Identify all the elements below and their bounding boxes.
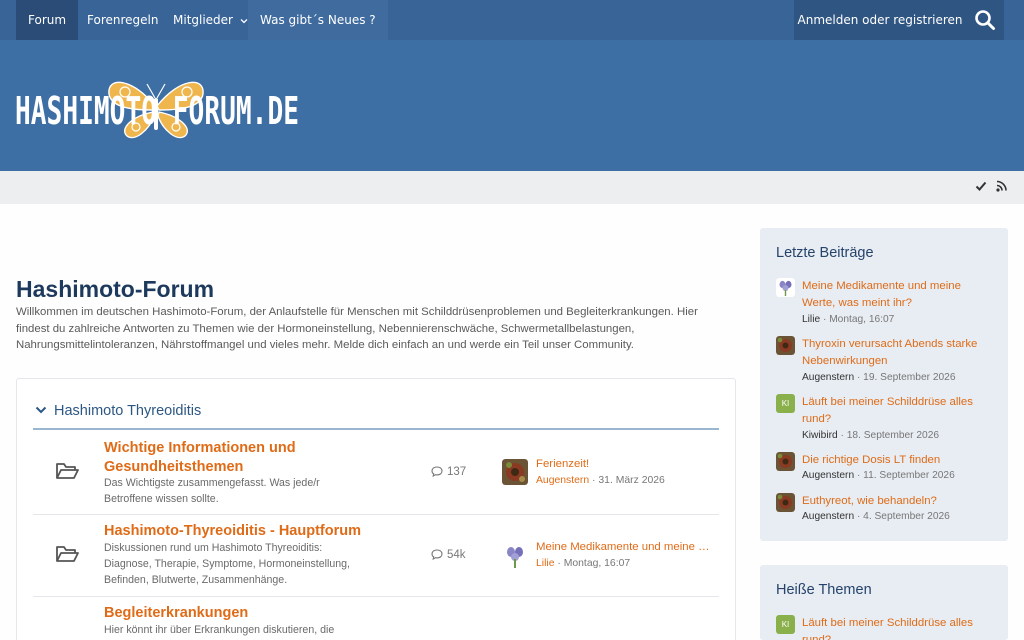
site-header: HASHIMOTO FORUM.DE	[0, 40, 1024, 171]
sidebar-latest-meta: Kiwibird · 18. September 2026	[802, 430, 940, 441]
sidebar-latest-meta: Augenstern · 19. September 2026	[802, 372, 956, 383]
sidebar-latest-title: Letzte Beiträge	[776, 245, 874, 261]
category-header[interactable]: Hashimoto Thyreoiditis	[33, 391, 719, 430]
forum-node: Wichtige Informationen und Gesundheitsth…	[33, 431, 719, 515]
forum-node-description: Hier könnt ihr über Erkrankungen diskuti…	[104, 624, 335, 636]
sidebar-hot-link[interactable]: Läuft bei meiner Schilddrüse alles rund?	[802, 615, 994, 640]
forum-node-title[interactable]: Wichtige Informationen und Gesundheitsth…	[104, 439, 334, 477]
sidebar-latest-date: Montag, 16:07	[829, 314, 895, 325]
avatar[interactable]	[502, 459, 528, 485]
forum-node-last-date: Montag, 16:07	[563, 558, 631, 569]
sidebar-latest-user[interactable]: Augenstern	[802, 511, 854, 522]
forum-node: Hashimoto-Thyreoiditis - Hauptforum Disk…	[33, 515, 719, 597]
logo-text: HASHIMOTO FORUM.DE	[15, 89, 299, 133]
avatar[interactable]	[776, 452, 795, 471]
sidebar-latest-user[interactable]: Augenstern	[802, 372, 854, 383]
search-icon	[975, 10, 995, 30]
top-navigation: Forum Forenregeln Mitglieder Was gibt´s …	[0, 0, 1024, 40]
page-title: Hashimoto-Forum	[16, 276, 215, 302]
sidebar-latest-user[interactable]: Kiwibird	[802, 430, 838, 441]
nav-tab-was-gibts-neues[interactable]: Was gibt´s Neues ?	[248, 0, 388, 40]
forum-node-title[interactable]: Begleiterkrankungen	[104, 604, 334, 623]
avatar[interactable]	[776, 493, 795, 512]
sidebar-latest-link[interactable]: Läuft bei meiner Schilddrüse alles rund?	[802, 394, 994, 427]
folder-icon	[56, 463, 79, 479]
sub-navigation-bar	[0, 171, 1024, 204]
search-button[interactable]	[966, 0, 1004, 40]
forum-node-description: Diskussionen rund um Hashimoto Thyreoidi…	[104, 542, 350, 586]
login-register-link[interactable]: Anmelden oder registrieren	[794, 0, 966, 40]
sidebar-latest-user[interactable]: Lilie	[802, 314, 820, 325]
folder-icon	[56, 546, 79, 562]
forum-node: Begleiterkrankungen Hier könnt ihr über …	[33, 597, 719, 640]
forum-node-last-user[interactable]: Lilie	[536, 558, 554, 569]
speech-bubble-icon	[431, 466, 443, 478]
forum-node-count: 54k	[431, 549, 466, 561]
forum-node-last-meta: Lilie · Montag, 16:07	[536, 558, 631, 569]
nav-tab-mitglieder-label: Mitglieder	[173, 13, 233, 27]
forum-node-last-user[interactable]: Augenstern	[536, 475, 589, 486]
category-title: Hashimoto Thyreoiditis	[54, 403, 202, 419]
site-logo[interactable]: HASHIMOTO FORUM.DE	[15, 68, 305, 152]
sidebar-latest-link[interactable]: Thyroxin verursacht Abends starke Nebenw…	[802, 336, 994, 369]
forum-node-count: 137	[431, 466, 466, 478]
rss-icon[interactable]	[996, 180, 1007, 192]
chevron-down-icon	[35, 406, 47, 414]
forum-node-description: Das Wichtigste zusammengefasst. Was jede…	[104, 477, 320, 505]
sidebar-hot-topics: Heiße Themen KI Läuft bei meiner Schildd…	[760, 565, 1008, 640]
forum-node-last-meta: Augenstern · 31. März 2026	[536, 475, 665, 486]
nav-tab-forenregeln[interactable]: Forenregeln	[75, 0, 170, 40]
forum-node-count-value: 54k	[447, 549, 466, 561]
nav-tab-mitglieder[interactable]: Mitglieder	[161, 0, 260, 40]
sidebar-latest-meta: Augenstern · 4. September 2026	[802, 511, 950, 522]
sidebar-latest-user[interactable]: Augenstern	[802, 470, 854, 481]
forum-node-last-date: 31. März 2026	[598, 475, 665, 486]
sidebar-latest-meta: Augenstern · 11. September 2026	[802, 470, 955, 481]
forum-node-count-value: 137	[447, 466, 467, 478]
sidebar-hot-title: Heiße Themen	[776, 582, 872, 598]
nav-tab-forum[interactable]: Forum	[16, 0, 79, 40]
checkmark-icon[interactable]	[975, 180, 987, 192]
avatar[interactable]: KI	[776, 394, 795, 413]
avatar[interactable]	[502, 543, 528, 569]
avatar[interactable]	[776, 278, 795, 297]
butterfly-logo-icon: HASHIMOTO FORUM.DE	[15, 81, 299, 139]
page-description: Willkommen im deutschen Hashimoto-Forum,…	[16, 306, 698, 352]
forum-node-last-post[interactable]: Ferienzeit!	[536, 458, 716, 470]
forum-category-block: Hashimoto Thyreoiditis Wichtige Informat…	[16, 378, 736, 640]
sidebar-latest-date: 4. September 2026	[863, 511, 950, 522]
chevron-down-icon	[240, 19, 248, 24]
sidebar-latest-posts: Letzte Beiträge Meine Medikamente und me…	[760, 228, 1008, 541]
sidebar-latest-date: 18. September 2026	[846, 430, 940, 441]
speech-bubble-icon	[431, 549, 443, 561]
sidebar-latest-link[interactable]: Meine Medikamente und meine Werte, was m…	[802, 278, 994, 311]
sidebar-latest-meta: Lilie · Montag, 16:07	[802, 314, 895, 325]
avatar[interactable]: KI	[776, 615, 795, 634]
avatar[interactable]	[776, 336, 795, 355]
sidebar-latest-link[interactable]: Euthyreot, wie behandeln?	[802, 493, 994, 510]
sidebar-latest-date: 11. September 2026	[863, 470, 955, 481]
sidebar-latest-date: 19. September 2026	[863, 372, 956, 383]
sidebar-latest-link[interactable]: Die richtige Dosis LT finden	[802, 452, 994, 469]
forum-node-title[interactable]: Hashimoto-Thyreoiditis - Hauptforum	[104, 522, 424, 541]
forum-node-last-post[interactable]: Meine Medikamente und meine Werte, was m…	[536, 541, 716, 553]
